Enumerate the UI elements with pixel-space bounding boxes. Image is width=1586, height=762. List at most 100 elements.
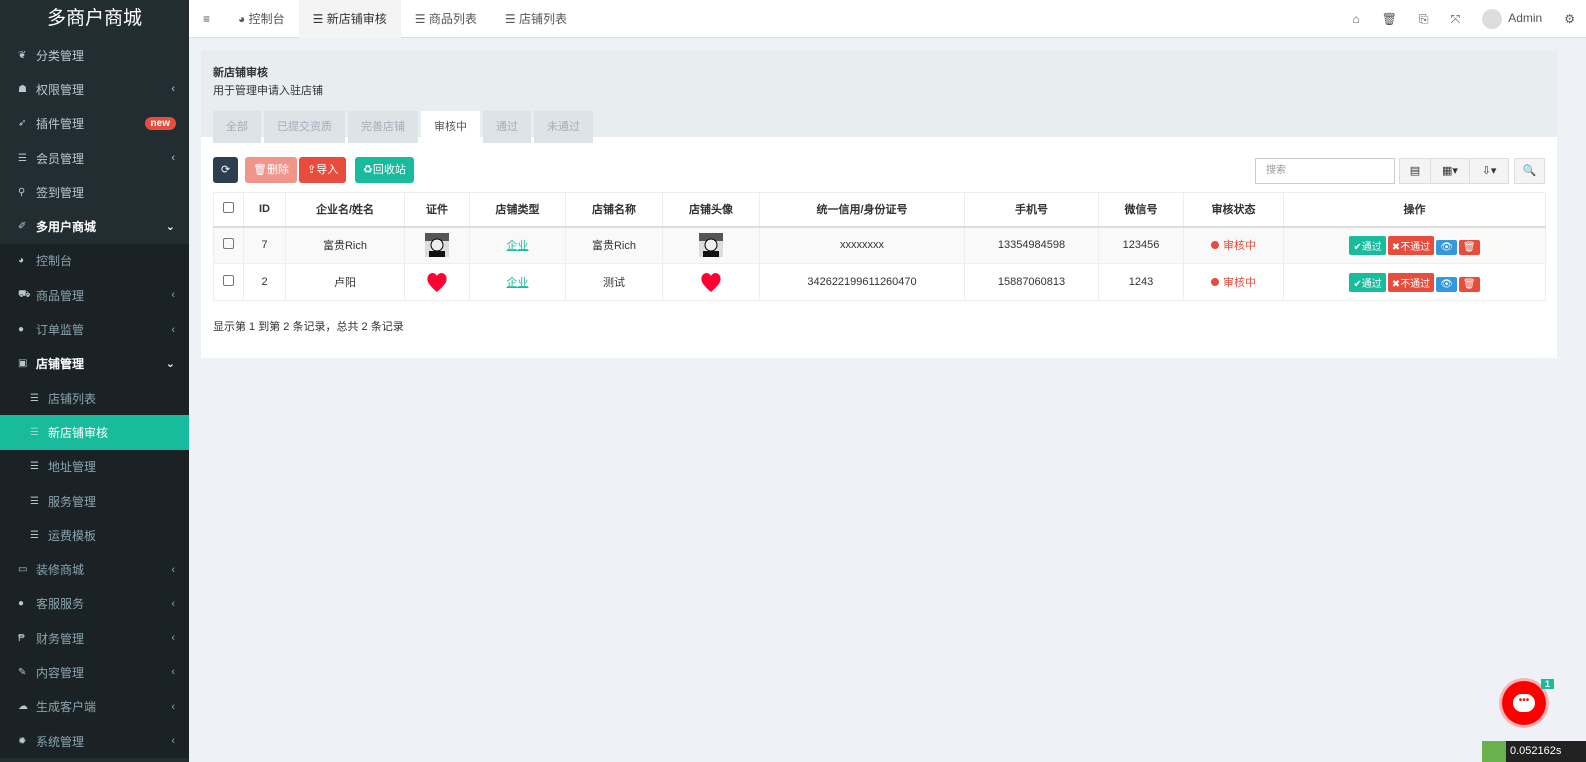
column-header[interactable]: 手机号 <box>964 192 1099 228</box>
user-menu[interactable]: Admin <box>1471 9 1553 29</box>
sidebar-item-label: 订单监管 <box>36 323 85 338</box>
filter-tab-2[interactable]: 完善店铺 <box>348 111 418 143</box>
trash-icon[interactable]: 🗑 <box>1371 12 1408 26</box>
cell-shop-avatar[interactable] <box>662 226 760 264</box>
tab-label: 店铺列表 <box>518 11 567 26</box>
sidebar-item-sub-3[interactable]: ▣ 店铺管理 ⌄ <box>0 347 189 381</box>
sidebar-item-bottom-3[interactable]: ✎ 内容管理 ‹ <box>0 655 189 689</box>
magic-icon: ✐ <box>18 221 27 233</box>
filter-tab-4[interactable]: 通过 <box>483 111 531 143</box>
filter-tab-5[interactable]: 未通过 <box>534 111 593 143</box>
chevron-icon: ‹ <box>171 323 175 336</box>
sidebar-item-label: 店铺管理 <box>36 357 85 372</box>
view-icon[interactable]: 👁 <box>1436 239 1457 255</box>
sidebar-item-bottom-2[interactable]: ₱ 财务管理 ‹ <box>0 621 189 655</box>
cell-license[interactable] <box>404 263 470 301</box>
import-button[interactable]: ⇪导入 <box>299 157 347 183</box>
sidebar-item-sub-2[interactable]: ● 订单监管 ‹ <box>0 312 189 346</box>
sidebar-item-label: 签到管理 <box>36 185 85 200</box>
sidebar-item-items-0[interactable]: ❦ 分类管理 <box>0 38 189 72</box>
sidebar-item-bottom-1[interactable]: ● 客服服务 ‹ <box>0 587 189 621</box>
cell-type-link[interactable]: 企业 <box>507 277 529 289</box>
row-checkbox[interactable] <box>223 275 234 286</box>
column-header[interactable]: 企业名/姓名 <box>285 192 405 228</box>
sidebar-item-items-2[interactable]: ➶ 插件管理 new <box>0 107 189 141</box>
refresh-button[interactable]: ⟳ <box>213 157 239 183</box>
chat-icon: ••• <box>1513 694 1535 712</box>
export-dropdown[interactable]: ⇩▾ <box>1469 158 1509 184</box>
delete-icon[interactable]: 🗑 <box>1458 276 1480 292</box>
cell-phone: 13354984598 <box>964 226 1099 264</box>
recycle-bin-button[interactable]: ♻回收站 <box>355 157 414 183</box>
view-icon[interactable]: 👁 <box>1436 276 1457 292</box>
home-icon[interactable]: ⌂ <box>1342 12 1371 26</box>
delete-icon[interactable]: 🗑 <box>1458 239 1480 255</box>
tab-new-store-review[interactable]: ☰ 新店铺审核 <box>298 0 401 38</box>
columns-dropdown[interactable]: ▦▾ <box>1430 158 1470 184</box>
column-header[interactable]: 微信号 <box>1098 192 1184 228</box>
search-input[interactable]: 搜索 <box>1255 158 1395 184</box>
column-header[interactable]: 操作 <box>1283 192 1546 228</box>
filter-tab-3[interactable]: 审核中 <box>421 111 480 143</box>
toggle-view-button[interactable]: ▤ <box>1399 158 1431 184</box>
sidebar-item-sub-4[interactable]: ☰ 店铺列表 <box>0 381 189 415</box>
debug-timer: 0.052162s <box>1482 741 1586 762</box>
group-icon: ☗ <box>18 83 27 95</box>
chevron-icon: ‹ <box>171 700 175 713</box>
chat-button[interactable]: ••• 1 <box>1502 679 1554 725</box>
column-header[interactable]: 店铺类型 <box>469 192 566 228</box>
sidebar-item-sub-6[interactable]: ☰ 地址管理 <box>0 450 189 484</box>
filter-tab-0[interactable]: 全部 <box>213 111 261 143</box>
settings-icon[interactable]: ⚙ <box>1553 12 1586 26</box>
sidebar-item-sub-8[interactable]: ☰ 运费模板 <box>0 518 189 552</box>
sidebar-item-sub-7[interactable]: ☰ 服务管理 <box>0 484 189 518</box>
column-header[interactable]: 证件 <box>404 192 470 228</box>
cell-shop-avatar[interactable] <box>662 263 760 301</box>
app-logo[interactable]: 多商户商城 <box>0 0 189 38</box>
chevron-icon: ‹ <box>171 152 175 165</box>
approve-button[interactable]: ✔通过 <box>1349 272 1386 292</box>
tab-store-list[interactable]: ☰ 店铺列表 <box>491 0 581 38</box>
column-header[interactable]: ID <box>243 192 286 228</box>
sidebar-item-sub-1[interactable]: ⛟ 商品管理 ‹ <box>0 278 189 312</box>
reject-button[interactable]: ✖不通过 <box>1387 272 1435 292</box>
column-header[interactable]: 统一信用/身份证号 <box>759 192 965 228</box>
column-header[interactable]: 店铺头像 <box>662 192 760 228</box>
sidebar-item-label: 权限管理 <box>36 82 85 97</box>
filter-tab-1[interactable]: 已提交资质 <box>264 111 345 143</box>
search-button[interactable]: 🔍 <box>1514 158 1545 184</box>
tab-product-list[interactable]: ☰ 商品列表 <box>401 0 491 38</box>
edit-icon: ✎ <box>18 666 27 678</box>
sidebar-item-bottom-5[interactable]: ✹ 系统管理 ‹ <box>0 724 189 758</box>
sidebar-item-label: 多用户商城 <box>36 220 97 235</box>
sidebar-item-label: 服务管理 <box>48 494 97 509</box>
row-checkbox[interactable] <box>223 238 234 250</box>
top-navbar: ≡ ◕ 控制台 ☰ 新店铺审核 ☰ 商品列表 ☰ 店铺列表 ⌂ 🗑 ⎘ ⤧ Ad… <box>189 0 1586 38</box>
approve-button[interactable]: ✔通过 <box>1349 235 1386 255</box>
status-label: 审核中 <box>1223 277 1256 289</box>
sidebar-item-items-4[interactable]: ⚲ 签到管理 <box>0 175 189 209</box>
delete-button[interactable]: 🗑删除 <box>245 157 297 183</box>
column-header[interactable]: 审核状态 <box>1183 192 1284 228</box>
status-dot-icon <box>1211 278 1219 286</box>
sidebar-item-sub-5[interactable]: ☰ 新店铺审核 <box>0 415 189 450</box>
sidebar-item-bottom-4[interactable]: ☁ 生成客户端 ‹ <box>0 690 189 724</box>
sidebar-item-items-3[interactable]: ☰ 会员管理 ‹ <box>0 141 189 175</box>
fullscreen-icon[interactable]: ⤧ <box>1440 12 1472 27</box>
sidebar-item-items-1[interactable]: ☗ 权限管理 ‹ <box>0 72 189 106</box>
translate-icon[interactable]: ⎘ <box>1408 12 1440 27</box>
cell-type-link[interactable]: 企业 <box>507 240 529 252</box>
cell-shop-name: 富贵Rich <box>565 226 663 264</box>
menu-toggle-icon[interactable]: ≡ <box>189 0 224 38</box>
sidebar-item-items-5[interactable]: ✐ 多用户商城 ⌄ <box>0 209 189 244</box>
cell-license[interactable] <box>404 226 470 264</box>
sidebar-item-label: 内容管理 <box>36 665 85 680</box>
sidebar-item-label: 系统管理 <box>36 734 85 749</box>
sidebar-item-label: 新店铺审核 <box>48 425 109 440</box>
sidebar-item-bottom-0[interactable]: ▭ 装修商城 ‹ <box>0 552 189 586</box>
select-all-checkbox[interactable] <box>223 202 234 214</box>
tab-dashboard[interactable]: ◕ 控制台 <box>224 0 299 38</box>
reject-button[interactable]: ✖不通过 <box>1387 235 1435 255</box>
column-header[interactable]: 店铺名称 <box>565 192 663 228</box>
sidebar-item-sub-0[interactable]: ◕ 控制台 <box>0 244 189 278</box>
